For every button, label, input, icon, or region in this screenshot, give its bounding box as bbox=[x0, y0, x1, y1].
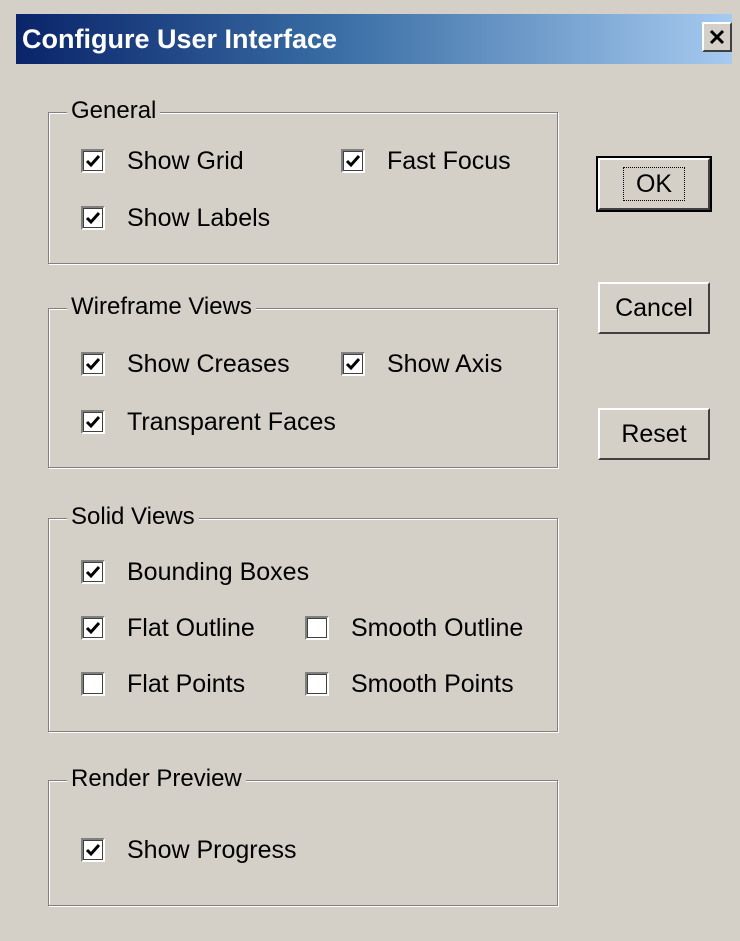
checkmark-icon bbox=[85, 358, 101, 371]
flat-points-checkbox[interactable]: Flat Points bbox=[81, 669, 245, 699]
show-creases-label: Show Creases bbox=[127, 350, 290, 378]
flat-outline-label: Flat Outline bbox=[127, 614, 255, 642]
close-button[interactable] bbox=[702, 22, 732, 52]
flat-outline-checkbox[interactable]: Flat Outline bbox=[81, 613, 255, 643]
show-labels-label: Show Labels bbox=[127, 204, 271, 232]
close-icon bbox=[709, 29, 725, 45]
show-progress-checkbox[interactable]: Show Progress bbox=[81, 835, 297, 865]
ok-button[interactable]: OK bbox=[596, 156, 712, 212]
reset-button[interactable]: Reset bbox=[598, 408, 710, 460]
show-grid-checkbox[interactable]: Show Grid bbox=[81, 146, 244, 176]
show-grid-label: Show Grid bbox=[127, 147, 244, 175]
wireframe-views-group: Wireframe Views Show Creases Show Axis T… bbox=[48, 292, 558, 468]
checkmark-icon bbox=[85, 212, 101, 225]
cancel-button[interactable]: Cancel bbox=[598, 282, 710, 334]
checkmark-icon bbox=[85, 844, 101, 857]
show-axis-label: Show Axis bbox=[387, 350, 503, 378]
fast-focus-label: Fast Focus bbox=[387, 147, 511, 175]
dialog-title: Configure User Interface bbox=[22, 24, 338, 54]
general-legend: General bbox=[67, 96, 161, 126]
smooth-points-label: Smooth Points bbox=[351, 670, 514, 698]
flat-points-label: Flat Points bbox=[127, 670, 246, 698]
checkmark-icon bbox=[85, 416, 101, 429]
show-progress-label: Show Progress bbox=[127, 836, 297, 864]
checkbox-box[interactable] bbox=[81, 560, 105, 584]
bounding-boxes-checkbox[interactable]: Bounding Boxes bbox=[81, 557, 309, 587]
bounding-boxes-label: Bounding Boxes bbox=[127, 558, 310, 586]
transparent-faces-checkbox[interactable]: Transparent Faces bbox=[81, 407, 336, 437]
checkmark-icon bbox=[85, 622, 101, 635]
wireframe-views-legend: Wireframe Views bbox=[67, 292, 256, 322]
smooth-outline-label: Smooth Outline bbox=[351, 614, 524, 642]
checkbox-box[interactable] bbox=[305, 616, 329, 640]
checkbox-box[interactable] bbox=[81, 410, 105, 434]
solid-views-group: Solid Views Bounding Boxes Flat Outline … bbox=[48, 502, 558, 732]
checkmark-icon bbox=[85, 155, 101, 168]
checkbox-box[interactable] bbox=[341, 352, 365, 376]
transparent-faces-label: Transparent Faces bbox=[127, 408, 336, 436]
title-bar[interactable]: Configure User Interface bbox=[16, 14, 732, 64]
checkbox-box[interactable] bbox=[341, 149, 365, 173]
show-axis-checkbox[interactable]: Show Axis bbox=[341, 349, 502, 379]
checkbox-box[interactable] bbox=[81, 672, 105, 696]
checkmark-icon bbox=[85, 566, 101, 579]
render-preview-group: Render Preview Show Progress bbox=[48, 764, 558, 906]
solid-views-legend: Solid Views bbox=[67, 502, 199, 532]
checkbox-box[interactable] bbox=[81, 616, 105, 640]
fast-focus-checkbox[interactable]: Fast Focus bbox=[341, 146, 511, 176]
checkbox-box[interactable] bbox=[81, 206, 105, 230]
configure-ui-dialog: Configure User Interface General Show Gr… bbox=[0, 0, 740, 941]
checkmark-icon bbox=[345, 155, 361, 168]
smooth-outline-checkbox[interactable]: Smooth Outline bbox=[305, 613, 523, 643]
checkbox-box[interactable] bbox=[81, 352, 105, 376]
show-creases-checkbox[interactable]: Show Creases bbox=[81, 349, 290, 379]
checkbox-box[interactable] bbox=[81, 149, 105, 173]
checkmark-icon bbox=[345, 358, 361, 371]
general-group: General Show Grid Fast Focus Show Labels bbox=[48, 96, 558, 264]
smooth-points-checkbox[interactable]: Smooth Points bbox=[305, 669, 514, 699]
checkbox-box[interactable] bbox=[305, 672, 329, 696]
show-labels-checkbox[interactable]: Show Labels bbox=[81, 203, 270, 233]
render-preview-legend: Render Preview bbox=[67, 764, 246, 794]
checkbox-box[interactable] bbox=[81, 838, 105, 862]
ok-label: OK bbox=[622, 167, 686, 201]
